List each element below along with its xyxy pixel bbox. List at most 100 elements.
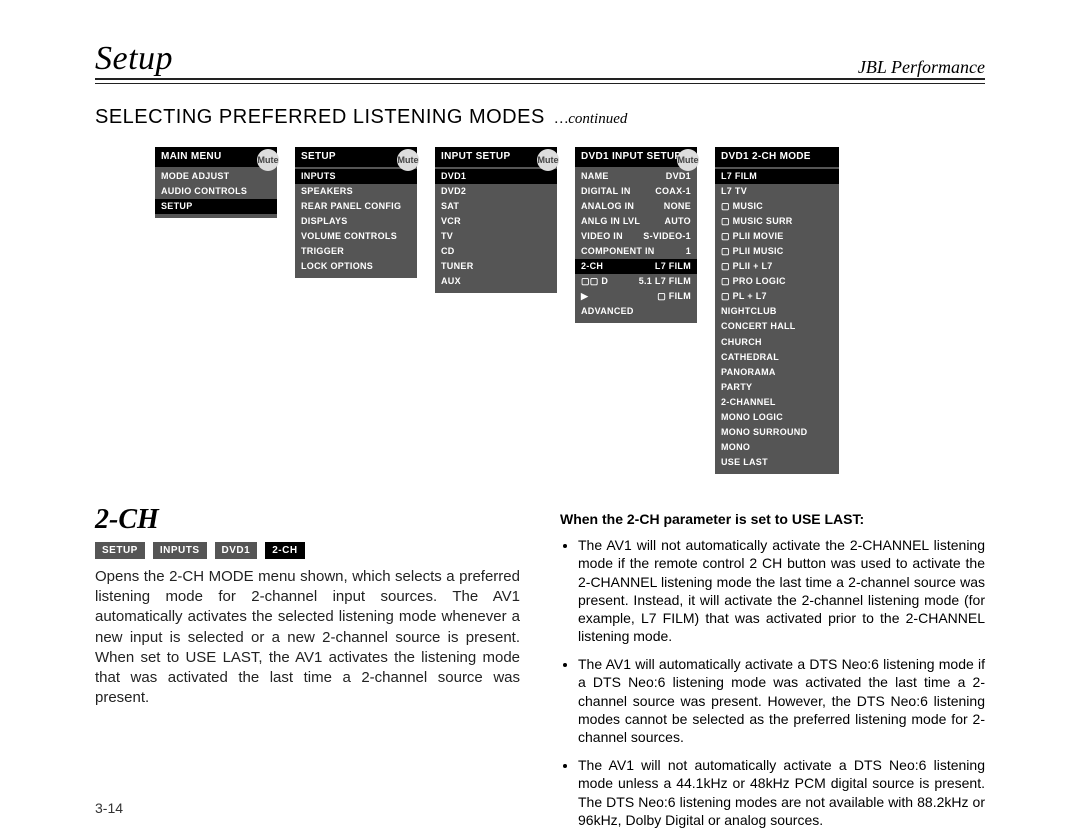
osd-menu-body: NAMEDVD1DIGITAL INCOAX-1ANALOG INNONEANL… [575,167,697,323]
osd-menu-item: REAR PANEL CONFIG [295,199,417,214]
osd-item-label: DVD1 [441,170,466,183]
osd-item-label: NAME [581,170,609,183]
osd-item-value: 1 [686,245,691,258]
osd-item-label: ▢ MUSIC SURR [721,215,793,228]
mute-icon: Mute [397,149,419,171]
osd-item-label: ▢ PLII MUSIC [721,245,784,258]
osd-item-label: 2-CHANNEL [721,396,776,409]
manual-page: Setup JBL Performance SELECTING PREFERRE… [0,0,1080,834]
osd-menu-body: DVD1 DVD2 SAT VCRTVCD TUNER AUX [435,167,557,293]
osd-menu-item: ANLG IN LVLAUTO [575,214,697,229]
osd-item-label: VCR [441,215,461,228]
osd-menu-item: 2-CHL7 FILM [575,259,697,274]
osd-item-label: NIGHTCLUB [721,305,777,318]
osd-menu-item: ▢ PRO LOGIC [715,274,839,289]
osd-item-label: ▢ PL + L7 [721,290,767,303]
header-section: Setup [95,40,173,78]
osd-item-label: VIDEO IN [581,230,623,243]
osd-menu-item: ▢ PLII MUSIC [715,244,839,259]
osd-item-label: ▢ MUSIC [721,200,763,213]
osd-item-label: ▶ [581,290,588,303]
osd-item-label: ▢ PLII MOVIE [721,230,784,243]
osd-menu-row: MuteMAIN MENUMODE ADJUSTAUDIO CONTROLSSE… [155,147,1040,474]
osd-menu-item: CHURCH [715,335,839,350]
section-title: SELECTING PREFERRED LISTENING MODES …con… [95,106,985,129]
osd-menu-item: ADVANCED [575,304,697,319]
osd-menu-item: L7 FILM [715,169,839,184]
osd-menu-item: PANORAMA [715,365,839,380]
osd-item-label: AUX [441,275,461,288]
osd-menu-item: CONCERT HALL [715,319,839,334]
osd-item-label: INPUTS [301,170,336,183]
osd-menu-item: MONO [715,440,839,455]
osd-menu-item: ▢ PLII + L7 [715,259,839,274]
osd-menu-body: INPUTS SPEAKERSREAR PANEL CONFIGDISPLAYSV… [295,167,417,278]
osd-menu-item: ▢ MUSIC [715,199,839,214]
osd-item-label: MONO SURROUND [721,426,807,439]
osd-menu-item: ▶ ▢ FILM [575,289,697,304]
osd-menu-body: MODE ADJUSTAUDIO CONTROLSSETUP [155,167,277,218]
osd-item-label: CD [441,245,455,258]
osd-menu-item: INPUTS [295,169,417,184]
osd-item-label: DVD2 [441,185,466,198]
osd-menu-item: COMPONENT IN1 [575,244,697,259]
osd-menu: MuteINPUT SETUPDVD1DVD2SATVCRTVCDTUNERAU… [435,147,557,474]
osd-menu-item: DVD1 [435,169,557,184]
osd-item-label: AUDIO CONTROLS [161,185,247,198]
osd-menu-item: ANALOG INNONE [575,199,697,214]
osd-item-label: ANLG IN LVL [581,215,640,228]
osd-menu-item: SETUP [155,199,277,214]
osd-menu-item: AUX [435,274,557,289]
osd-menu-item: DISPLAYS [295,214,417,229]
section-continued: …continued [555,111,628,127]
mute-icon: Mute [257,149,279,171]
osd-menu-item: SPEAKERS [295,184,417,199]
osd-menu: MuteMAIN MENUMODE ADJUSTAUDIO CONTROLSSE… [155,147,277,474]
breadcrumb-step: INPUTS [153,542,207,559]
osd-item-label: ▢▢ D [581,275,608,288]
osd-item-label: MONO [721,441,750,454]
left-column: 2-CH SETUPINPUTSDVD12-CH Opens the 2-CH … [95,504,520,839]
osd-menu-item: SAT [435,199,557,214]
osd-menu-item: MONO LOGIC [715,410,839,425]
osd-item-value: ▢ FILM [657,290,691,303]
osd-menu-item: LOCK OPTIONS [295,259,417,274]
header-rule-thick [95,78,985,80]
osd-item-label: SAT [441,200,459,213]
osd-item-value: DVD1 [666,170,691,183]
osd-menu-item: TUNER [435,259,557,274]
osd-item-value: L7 FILM [655,260,691,273]
osd-item-label: L7 FILM [721,170,757,183]
osd-item-label: ▢ PRO LOGIC [721,275,786,288]
osd-item-value: 5.1 L7 FILM [639,275,691,288]
osd-item-label: DIGITAL IN [581,185,631,198]
osd-menu-item: L7 TV [715,184,839,199]
breadcrumb-step: SETUP [95,542,145,559]
osd-item-label: SPEAKERS [301,185,353,198]
mute-icon: Mute [537,149,559,171]
osd-menu-item: VCR [435,214,557,229]
osd-menu-item: TV [435,229,557,244]
osd-item-label: TRIGGER [301,245,344,258]
osd-menu: MuteSETUPINPUTSSPEAKERSREAR PANEL CONFIG… [295,147,417,474]
header-rule-thin [95,83,985,84]
content-columns: 2-CH SETUPINPUTSDVD12-CH Opens the 2-CH … [95,504,985,839]
osd-item-label: ANALOG IN [581,200,634,213]
osd-item-label: CHURCH [721,336,762,349]
osd-item-label: CONCERT HALL [721,320,796,333]
osd-item-label: VOLUME CONTROLS [301,230,397,243]
osd-menu-item: CD [435,244,557,259]
osd-item-label: USE LAST [721,456,768,469]
osd-menu-item: TRIGGER [295,244,417,259]
osd-item-label: TUNER [441,260,474,273]
osd-menu-item: DVD2 [435,184,557,199]
osd-item-label: PARTY [721,381,752,394]
uselast-bullet: The AV1 will not automatically activate … [578,756,985,829]
osd-item-label: LOCK OPTIONS [301,260,373,273]
osd-item-label: SETUP [161,200,193,213]
osd-item-label: L7 TV [721,185,747,198]
page-header: Setup JBL Performance [95,40,985,78]
uselast-bullet: The AV1 will automatically activate a DT… [578,655,985,746]
osd-menu-title: DVD1 2-CH MODE [715,147,839,167]
osd-item-label: PANORAMA [721,366,776,379]
